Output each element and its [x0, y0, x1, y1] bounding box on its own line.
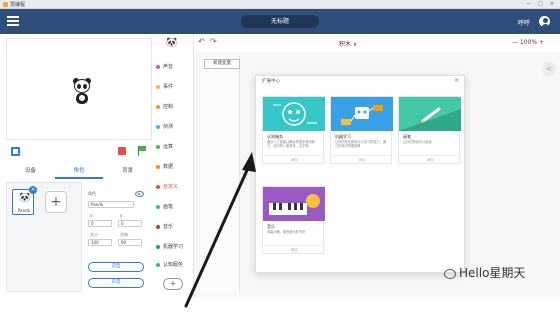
watermark: Hello星期天 [444, 264, 525, 281]
watermark-text: Hello星期天 [459, 266, 526, 280]
wechat-icon [444, 268, 456, 279]
